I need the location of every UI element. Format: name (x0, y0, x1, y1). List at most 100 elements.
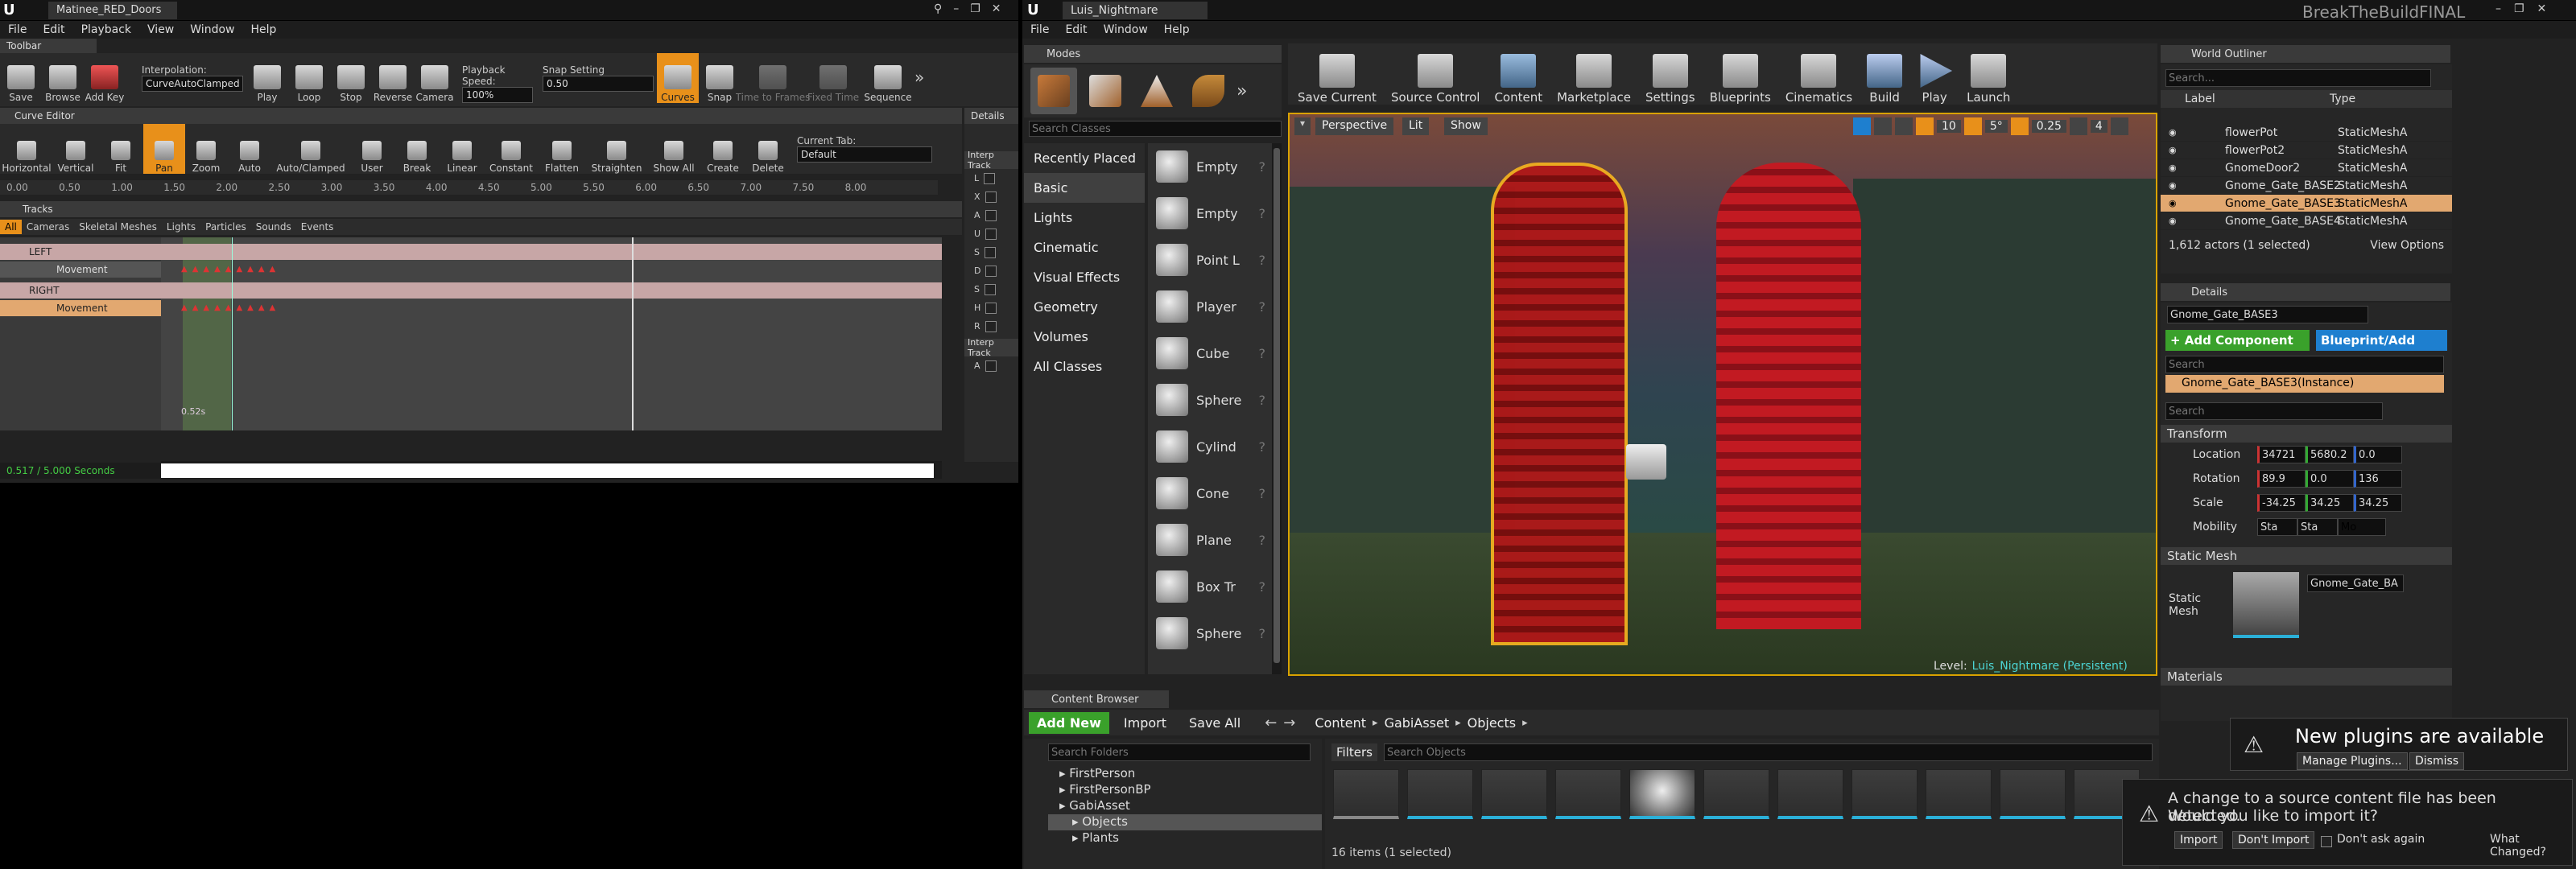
path-gabiasset[interactable]: GabiAsset (1385, 715, 1450, 731)
asset-thumbnail[interactable] (1629, 769, 1695, 819)
place-mode-button[interactable] (1030, 68, 1077, 114)
interp-checkbox[interactable] (985, 360, 997, 372)
import-confirm-button[interactable]: Import (2174, 831, 2223, 849)
curve-horizontal-button[interactable]: Horizontal (0, 124, 53, 174)
interp-track-toggle[interactable]: A (974, 206, 1018, 224)
interp-track-toggle[interactable]: R (974, 317, 1018, 336)
scale-z[interactable]: 34.25 (2354, 494, 2402, 512)
launch-button[interactable]: Launch (1962, 48, 2015, 105)
place-asset-item[interactable]: Cone? (1148, 470, 1272, 517)
place-asset-item[interactable]: Plane? (1148, 517, 1272, 563)
place-category-item[interactable]: Basic (1024, 173, 1145, 203)
help-icon[interactable]: ? (1259, 206, 1266, 221)
cinematics-button[interactable]: Cinematics (1781, 48, 1857, 105)
help-icon[interactable]: ? (1259, 253, 1266, 268)
add-component-button[interactable]: + Add Component (2165, 330, 2310, 351)
curve-auto-button[interactable]: Auto (227, 124, 272, 174)
outliner-row[interactable]: ◉ flowerPot2 StaticMeshA (2161, 142, 2452, 159)
landscape-mode-button[interactable] (1133, 68, 1180, 114)
gate-right[interactable] (1716, 163, 1861, 629)
actor-name-field[interactable]: Gnome_Gate_BASE3 (2167, 306, 2368, 323)
filters-button[interactable]: Filters (1331, 743, 1377, 761)
materials-section[interactable]: Materials (2161, 668, 2452, 686)
help-icon[interactable]: ? (1259, 626, 1266, 641)
filter-cameras[interactable]: Cameras (22, 220, 74, 234)
menu-help[interactable]: Help (242, 23, 284, 36)
curve-show-all-button[interactable]: Show All (647, 124, 700, 174)
add-key-button[interactable]: Add Key (84, 53, 126, 103)
menu-view[interactable]: View (139, 23, 182, 36)
time-to-frames-button[interactable]: Time to Frames (736, 53, 810, 103)
window-controls-icon[interactable]: ⚲–❐✕ (934, 2, 1013, 15)
curve-constant-button[interactable]: Constant (485, 124, 538, 174)
place-asset-item[interactable]: Box Tr? (1148, 563, 1272, 610)
place-category-item[interactable]: Recently Placed (1024, 143, 1145, 173)
interp-checkbox[interactable] (984, 246, 996, 258)
assets-scrollbar[interactable] (1272, 143, 1282, 674)
viewport-options-button[interactable]: ▾ (1294, 117, 1311, 135)
search-objects-input[interactable]: Search Objects (1383, 743, 2153, 761)
track-right-movement[interactable]: Movement (0, 300, 161, 316)
eye-icon[interactable]: ◉ (2161, 180, 2177, 191)
forward-arrow-icon[interactable]: → (1283, 715, 1295, 731)
place-category-item[interactable]: Cinematic (1024, 233, 1145, 262)
level-viewport[interactable]: ▾ Perspective Lit Show 10 5° 0.25 4 Leve… (1288, 113, 2157, 676)
dont-import-button[interactable]: Don't Import (2232, 831, 2315, 849)
save-button[interactable]: Save (0, 53, 42, 103)
help-icon[interactable]: ? (1259, 346, 1266, 361)
place-asset-item[interactable]: Empty? (1148, 190, 1272, 237)
time-scrollbar[interactable] (161, 463, 934, 478)
save-current-button[interactable]: Save Current (1293, 48, 1381, 105)
reverse-button[interactable]: Reverse (372, 53, 414, 103)
track-left-keys[interactable]: ▲▲▲▲▲▲▲▲▲ (181, 265, 280, 274)
folder-item[interactable]: ▸ FirstPerson (1048, 766, 1322, 782)
curve-vertical-button[interactable]: Vertical (53, 124, 98, 174)
interp-checkbox[interactable] (985, 228, 997, 240)
outliner-row[interactable]: ◉ flowerPot StaticMeshA (2161, 124, 2452, 142)
eye-icon[interactable]: ◉ (2161, 127, 2177, 138)
play-level-button[interactable]: Play (1912, 48, 1957, 105)
place-asset-item[interactable]: Point L? (1148, 237, 1272, 283)
property-search-input[interactable]: Search (2165, 402, 2383, 420)
blueprint-add-button[interactable]: Blueprint/Add (2315, 330, 2447, 351)
place-asset-item[interactable]: Cube? (1148, 330, 1272, 377)
interp-track-toggle[interactable]: S (974, 280, 1018, 299)
settings-button[interactable]: Settings (1641, 48, 1700, 105)
path-content[interactable]: Content (1302, 715, 1366, 731)
loop-button[interactable]: Loop (288, 53, 330, 103)
track-right-keys[interactable]: ▲▲▲▲▲▲▲▲▲ (181, 303, 280, 312)
modes-tab[interactable]: Modes (1024, 45, 1282, 63)
mobility-movable[interactable]: Mo (2338, 518, 2386, 536)
dont-ask-checkbox[interactable] (2321, 836, 2332, 847)
snap-setting-select[interactable]: 0.50 (543, 76, 654, 92)
folder-item[interactable]: ▸ Plants (1048, 830, 1322, 846)
matinee-tab[interactable]: Matinee_RED_Doors (48, 2, 177, 19)
rotate-tool-icon[interactable] (1874, 117, 1892, 135)
location-z[interactable]: 0.0 (2354, 446, 2402, 463)
outliner-col-type[interactable]: Type (2330, 93, 2355, 105)
component-instance-row[interactable]: Gnome_Gate_BASE3(Instance) (2165, 375, 2444, 393)
details-tab[interactable]: Details (2161, 283, 2450, 301)
rotation-y[interactable]: 0.0 (2306, 470, 2354, 488)
path-objects[interactable]: Objects (1468, 715, 1516, 731)
browse-button[interactable]: Browse (42, 53, 84, 103)
gate-left[interactable] (1491, 163, 1628, 645)
eye-icon[interactable]: ◉ (2161, 145, 2177, 155)
curve-editor-tab[interactable]: Curve Editor (0, 108, 962, 124)
component-search-input[interactable]: Search (2165, 356, 2444, 373)
filter-all[interactable]: All (0, 220, 22, 234)
editor-window-controls-icon[interactable]: –❐✕ (2496, 2, 2559, 15)
manage-plugins-button[interactable]: Manage Plugins... (2297, 752, 2408, 770)
camera-button[interactable]: Camera (414, 53, 456, 103)
translate-tool-icon[interactable] (1853, 117, 1871, 135)
snap-button[interactable]: Snap (699, 53, 741, 103)
help-icon[interactable]: ? (1259, 486, 1266, 501)
content-browser-tab[interactable]: Content Browser (1024, 690, 1169, 708)
matinee-actor-icon[interactable] (1626, 444, 1666, 480)
filter-skeletal-meshes[interactable]: Skeletal Meshes (74, 220, 162, 234)
source-control-button[interactable]: Source Control (1386, 48, 1485, 105)
filter-sounds[interactable]: Sounds (251, 220, 296, 234)
curve-break-button[interactable]: Break (394, 124, 440, 174)
curve-user-button[interactable]: User (349, 124, 394, 174)
asset-thumbnail[interactable] (1852, 769, 1918, 819)
